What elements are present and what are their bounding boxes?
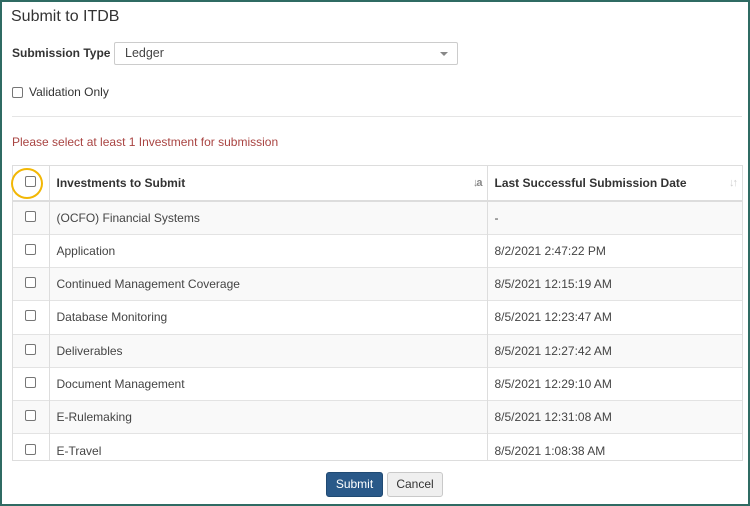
chevron-down-icon (440, 52, 448, 56)
last-submission-date: 8/2/2021 2:47:22 PM (487, 233, 742, 268)
row-checkbox[interactable] (25, 210, 37, 222)
validation-warning: Please select at least 1 Investment for … (12, 135, 279, 149)
investment-name: Database Monitoring (49, 300, 488, 334)
column-header-investments[interactable]: Investments to Submit ↓a (49, 166, 488, 202)
row-checkbox[interactable] (25, 343, 37, 355)
submit-dialog: Submit to ITDB Submission Type Ledger Va… (0, 0, 750, 506)
row-checkbox[interactable] (25, 310, 37, 322)
submission-type-label: Submission Type (12, 46, 111, 60)
last-submission-date: 8/5/2021 12:31:08 AM (487, 399, 742, 434)
table-row: Application 8/2/2021 2:47:22 PM (13, 233, 742, 268)
cancel-button[interactable]: Cancel (387, 472, 443, 497)
validation-only-checkbox[interactable] (12, 86, 23, 98)
table-row: E-Rulemaking 8/5/2021 12:31:08 AM (13, 399, 742, 434)
column-header-label: Investments to Submit (56, 176, 186, 190)
table-row: Deliverables 8/5/2021 12:27:42 AM (13, 333, 742, 368)
table-row: Document Management 8/5/2021 12:29:10 AM (13, 366, 742, 401)
row-checkbox[interactable] (25, 376, 37, 388)
validation-only-option[interactable]: Validation Only (12, 85, 109, 99)
dialog-title: Submit to ITDB (11, 8, 120, 25)
select-all-highlight (11, 168, 43, 199)
investment-name: Deliverables (49, 333, 488, 368)
investment-name: Application (49, 233, 488, 268)
table-row: E-Travel 8/5/2021 1:08:38 AM (13, 433, 742, 460)
last-submission-date: - (487, 200, 742, 235)
row-checkbox[interactable] (25, 243, 37, 255)
divider (12, 116, 742, 117)
last-submission-date: 8/5/2021 1:08:38 AM (487, 433, 742, 460)
investment-name: Document Management (49, 366, 488, 401)
investment-name: E-Rulemaking (49, 399, 488, 434)
submission-type-value: Ledger (125, 46, 164, 60)
row-checkbox[interactable] (25, 443, 37, 455)
last-submission-date: 8/5/2021 12:23:47 AM (487, 300, 742, 334)
investments-table[interactable]: Investments to Submit ↓a Last Successful… (12, 165, 743, 461)
table-row: Continued Management Coverage 8/5/2021 1… (13, 266, 742, 301)
column-header-label: Last Successful Submission Date (494, 176, 687, 190)
last-submission-date: 8/5/2021 12:27:42 AM (487, 333, 742, 368)
sort-icon[interactable]: ↓↑ (729, 177, 738, 189)
table-row: (OCFO) Financial Systems - (13, 200, 742, 235)
submit-button[interactable]: Submit (326, 472, 383, 497)
last-submission-date: 8/5/2021 12:29:10 AM (487, 366, 742, 401)
table-header-row: Investments to Submit ↓a Last Successful… (13, 166, 742, 202)
table-row: Database Monitoring 8/5/2021 12:23:47 AM (13, 300, 742, 334)
validation-only-label: Validation Only (29, 85, 109, 99)
investment-name: (OCFO) Financial Systems (49, 200, 488, 235)
investment-name: E-Travel (49, 433, 488, 460)
last-submission-date: 8/5/2021 12:15:19 AM (487, 266, 742, 301)
sort-alpha-icon[interactable]: ↓a (473, 177, 483, 189)
submission-type-select[interactable]: Ledger (114, 42, 458, 65)
investment-name: Continued Management Coverage (49, 266, 488, 301)
column-header-last-date[interactable]: Last Successful Submission Date ↓↑ (487, 166, 742, 202)
row-checkbox[interactable] (25, 277, 37, 289)
row-checkbox[interactable] (25, 410, 37, 422)
